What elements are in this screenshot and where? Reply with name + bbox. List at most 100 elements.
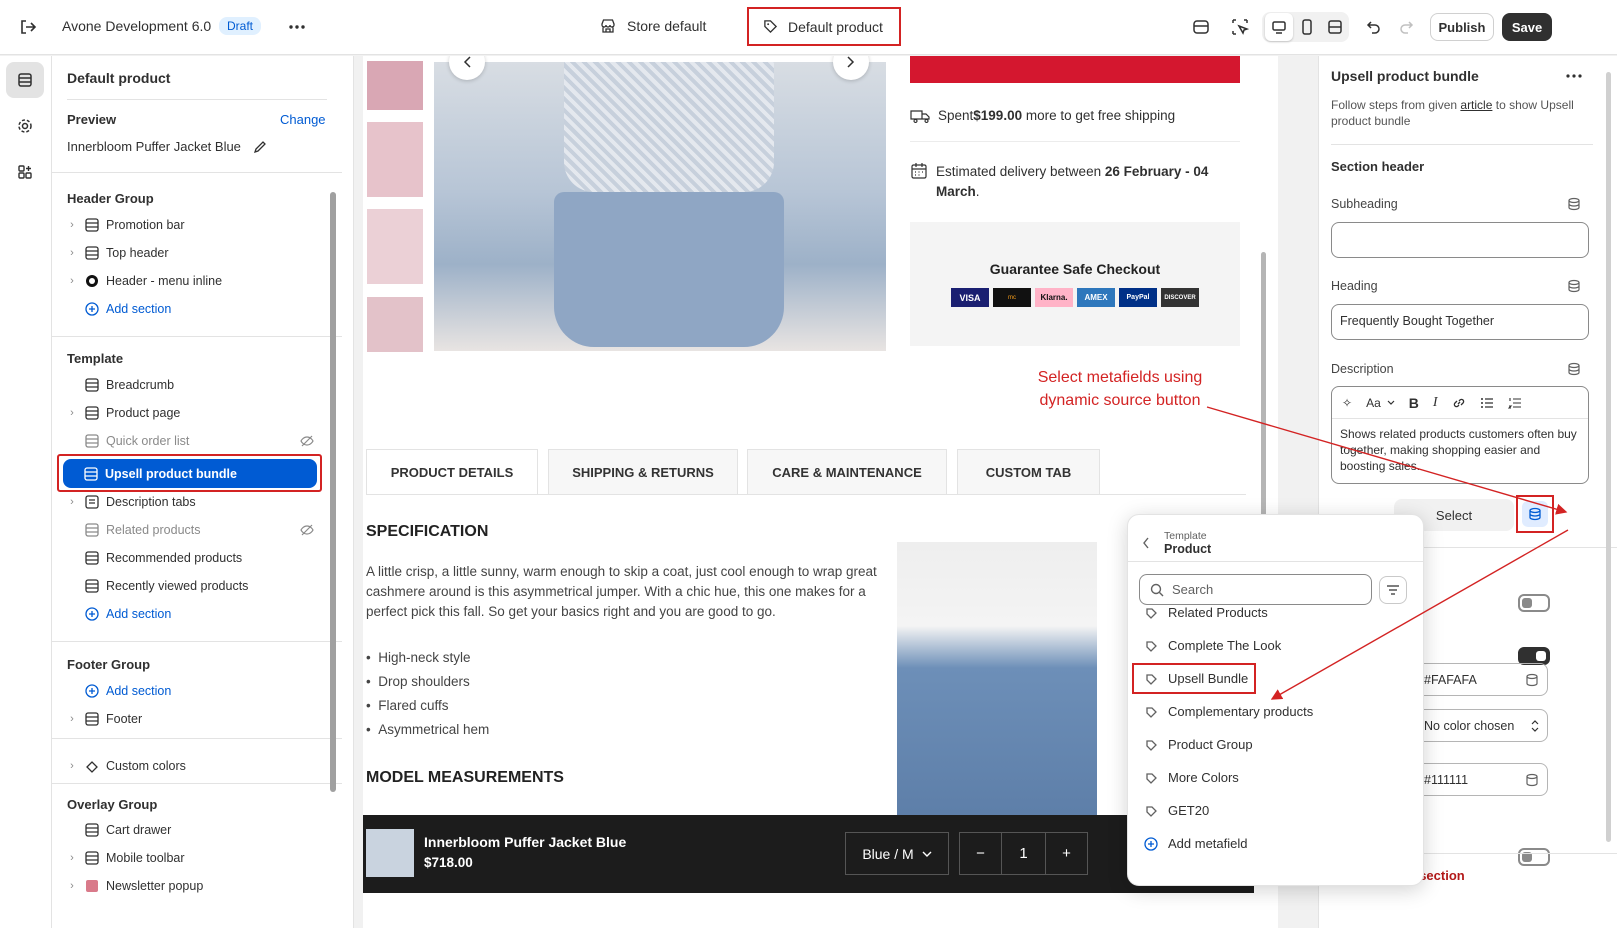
save-button[interactable]: Save xyxy=(1502,13,1552,41)
chevron-right-icon[interactable]: › xyxy=(64,247,80,259)
section-item-related-products[interactable]: Related products xyxy=(64,516,326,544)
section-item-quick-order-list[interactable]: Quick order list xyxy=(64,427,326,455)
section-item-recently-viewed-products[interactable]: Recently viewed products xyxy=(64,572,326,600)
fullscreen-view-icon[interactable] xyxy=(1321,13,1349,41)
metafield-option[interactable]: More Colors xyxy=(1128,761,1423,794)
dynamic-source-icon[interactable] xyxy=(1525,773,1539,787)
apps-icon[interactable] xyxy=(11,158,39,186)
more-options-icon[interactable] xyxy=(283,13,311,41)
chevron-right-icon[interactable]: › xyxy=(64,852,80,864)
sidebar-title: Default product xyxy=(67,70,171,86)
chevron-right-icon[interactable]: › xyxy=(64,407,80,419)
dynamic-source-icon[interactable] xyxy=(1525,673,1539,687)
add-section-header-group[interactable]: Add section xyxy=(64,295,326,323)
dynamic-source-icon[interactable] xyxy=(1567,197,1581,211)
variant-select[interactable]: Blue / M xyxy=(845,832,949,875)
quantity-value[interactable]: 1 xyxy=(1002,833,1045,874)
section-item-upsell-product-bundle[interactable]: Upsell product bundle xyxy=(63,459,317,488)
preview-product-name: Innerbloom Puffer Jacket Blue xyxy=(67,139,241,154)
link-icon[interactable] xyxy=(1452,396,1466,410)
publish-button[interactable]: Publish xyxy=(1430,13,1494,41)
metafield-option[interactable]: GET20 xyxy=(1128,794,1423,827)
dynamic-source-popover: Template Product Search Related Products… xyxy=(1127,514,1424,886)
toggle-switch[interactable] xyxy=(1518,594,1550,612)
toggle-switch[interactable] xyxy=(1518,848,1550,866)
chevron-right-icon[interactable]: › xyxy=(64,275,80,287)
tab-care-maintenance[interactable]: CARE & MAINTENANCE xyxy=(747,449,947,495)
section-item-header-menu-inline[interactable]: › Header - menu inline xyxy=(64,267,326,295)
tab-product-details[interactable]: PRODUCT DETAILS xyxy=(366,449,538,495)
quantity-stepper[interactable]: − 1 + xyxy=(959,832,1088,875)
change-preview-link[interactable]: Change xyxy=(280,112,326,127)
more-options-icon[interactable] xyxy=(1560,62,1588,90)
numbered-list-icon[interactable] xyxy=(1507,396,1522,410)
add-section-footer-group[interactable]: Add section xyxy=(64,677,326,705)
left-rail xyxy=(0,56,52,928)
heading-input[interactable]: Frequently Bought Together xyxy=(1331,304,1589,340)
sidebar-scrollbar[interactable] xyxy=(330,178,338,913)
section-item-description-tabs[interactable]: › Description tabs xyxy=(64,488,326,516)
chevron-right-icon[interactable]: › xyxy=(64,880,80,892)
metafield-option[interactable]: Complementary products xyxy=(1128,695,1423,728)
redo-icon[interactable] xyxy=(1392,13,1420,41)
product-thumbnail[interactable] xyxy=(367,122,423,197)
undo-icon[interactable] xyxy=(1360,13,1388,41)
template-selector[interactable]: Default product xyxy=(747,7,901,46)
mobile-view-icon[interactable] xyxy=(1293,13,1321,41)
section-item-footer[interactable]: › Footer xyxy=(64,705,326,733)
section-item-newsletter-popup[interactable]: › Newsletter popup xyxy=(64,872,326,900)
section-item-promotion-bar[interactable]: › Promotion bar xyxy=(64,211,326,239)
custom-colors-item[interactable]: › Custom colors xyxy=(64,752,326,780)
dynamic-source-icon[interactable] xyxy=(1567,362,1581,376)
section-item-product-page[interactable]: › Product page xyxy=(64,399,326,427)
section-label: Promotion bar xyxy=(106,218,185,232)
buy-now-button[interactable] xyxy=(910,56,1240,83)
hidden-eye-icon[interactable] xyxy=(300,523,314,537)
exit-icon[interactable] xyxy=(14,13,42,41)
settings-gear-icon[interactable] xyxy=(11,112,39,140)
add-metafield-button[interactable]: Add metafield xyxy=(1128,827,1423,860)
dynamic-source-button[interactable] xyxy=(1516,495,1554,533)
ai-magic-icon[interactable]: ✧ xyxy=(1342,396,1352,410)
section-item-breadcrumb[interactable]: Breadcrumb xyxy=(64,371,326,399)
desktop-view-icon[interactable] xyxy=(1265,13,1293,41)
panel-scrollbar[interactable] xyxy=(1606,62,1614,852)
preview-product[interactable]: Innerbloom Puffer Jacket Blue xyxy=(67,139,267,154)
tab-shipping-returns[interactable]: SHIPPING & RETURNS xyxy=(548,449,738,495)
chevron-right-icon[interactable]: › xyxy=(64,219,80,231)
metafield-option[interactable]: Related Products xyxy=(1128,596,1423,629)
decrease-quantity-button[interactable]: − xyxy=(960,833,1002,874)
chevron-right-icon[interactable]: › xyxy=(64,713,80,725)
bullet-list-icon[interactable] xyxy=(1480,396,1494,410)
select-element-icon[interactable] xyxy=(1226,13,1254,41)
add-section-template[interactable]: Add section xyxy=(64,600,326,628)
metafield-option-upsell-bundle[interactable]: Upsell Bundle xyxy=(1128,662,1423,695)
section-item-top-header[interactable]: › Top header xyxy=(64,239,326,267)
product-thumbnail[interactable] xyxy=(367,297,423,352)
metafield-option[interactable]: Product Group xyxy=(1128,728,1423,761)
font-size-icon[interactable]: Aa xyxy=(1366,396,1395,410)
inspector-icon[interactable] xyxy=(1187,13,1215,41)
add-section-label: Add section xyxy=(106,607,172,621)
increase-quantity-button[interactable]: + xyxy=(1045,833,1087,874)
subheading-input[interactable] xyxy=(1331,222,1589,258)
tab-custom[interactable]: CUSTOM TAB xyxy=(957,449,1100,495)
section-item-recommended-products[interactable]: Recommended products xyxy=(64,544,326,572)
store-default-selector[interactable]: Store default xyxy=(600,18,706,34)
dynamic-source-icon[interactable] xyxy=(1567,279,1581,293)
article-link[interactable]: article xyxy=(1460,98,1492,112)
product-thumbnail[interactable] xyxy=(367,209,423,284)
hidden-eye-icon[interactable] xyxy=(300,434,314,448)
popover-back-button[interactable]: Template Product xyxy=(1142,530,1211,556)
bold-icon[interactable]: B xyxy=(1409,395,1419,411)
metafield-option[interactable]: Complete The Look xyxy=(1128,629,1423,662)
italic-icon[interactable]: I xyxy=(1433,395,1438,411)
product-thumbnail[interactable] xyxy=(367,61,423,110)
section-item-mobile-toolbar[interactable]: › Mobile toolbar xyxy=(64,844,326,872)
sections-icon[interactable] xyxy=(6,62,44,98)
chevron-right-icon[interactable]: › xyxy=(64,496,80,508)
section-item-cart-drawer[interactable]: Cart drawer xyxy=(64,816,326,844)
chevron-left-icon xyxy=(1143,537,1149,549)
chevron-right-icon[interactable]: › xyxy=(64,760,80,772)
description-editor[interactable]: ✧ Aa B I Shows related products customer… xyxy=(1331,386,1589,484)
